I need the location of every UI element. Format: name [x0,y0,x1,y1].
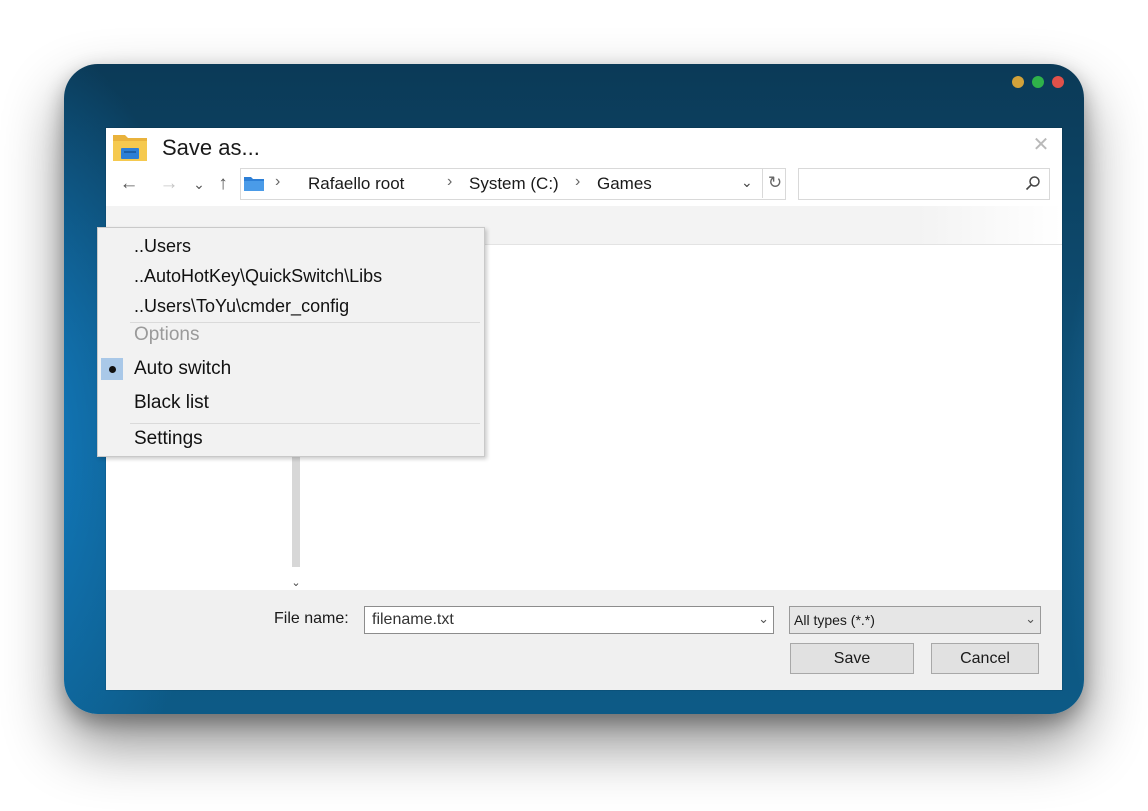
back-arrow-icon[interactable]: ← [118,172,140,196]
refresh-icon[interactable]: ↻ [762,168,787,198]
menu-separator [130,322,480,323]
menu-header-options: Options [134,324,200,345]
menu-item-auto-switch[interactable]: Auto switch [134,358,231,380]
scroll-down-chevron-icon[interactable]: ⌄ [289,576,303,590]
up-arrow-icon[interactable]: ↑ [212,172,234,196]
save-options-panel: File name: filename.txt ⌄ All types (*.*… [106,590,1062,690]
search-icon [1025,176,1040,191]
breadcrumb-separator: › [575,173,581,190]
menu-separator [130,423,480,424]
menu-item-recent-path[interactable]: ..Users [134,236,191,257]
breadcrumb-separator: › [447,173,453,190]
address-chevron-down-icon[interactable]: ⌄ [741,174,753,191]
save-button[interactable]: Save [790,643,914,674]
menu-item-black-list[interactable]: Black list [134,392,209,414]
search-input[interactable] [798,168,1050,200]
file-type-chevron-down-icon: ⌄ [1025,611,1036,626]
quickswitch-context-menu: ..Users ..AutoHotKey\QuickSwitch\Libs ..… [97,227,485,457]
menu-item-settings[interactable]: Settings [134,428,203,450]
file-name-field[interactable]: filename.txt ⌄ [364,606,774,634]
navigation-bar: ← → ⌄ ↑ › Rafaello root › System (C:) › … [106,168,1062,202]
file-name-chevron-down-icon[interactable]: ⌄ [758,611,769,627]
forward-arrow-icon[interactable]: → [158,172,180,196]
address-bar[interactable]: › Rafaello root › System (C:) › Games ⌄ [240,168,786,200]
file-name-value: filename.txt [372,611,454,628]
menu-item-recent-path[interactable]: ..Users\ToYu\cmder_config [134,296,349,317]
address-folder-icon [244,177,264,191]
breadcrumb-system-c[interactable]: System (C:) [469,174,559,194]
window-controls [1012,76,1064,88]
breadcrumb-rafaello-root[interactable]: Rafaello root [308,174,404,194]
menu-item-recent-path[interactable]: ..AutoHotKey\QuickSwitch\Libs [134,266,382,287]
dialog-title: Save as... [162,135,260,160]
maximize-button[interactable] [1032,76,1044,88]
minimize-button[interactable] [1012,76,1024,88]
file-name-label: File name: [274,610,349,627]
folder-icon [113,135,147,161]
recent-locations-chevron-down-icon[interactable]: ⌄ [188,172,210,196]
radio-dot-icon [109,366,116,373]
dialog-titlebar: Save as... ✕ [106,128,1062,166]
cancel-button[interactable]: Cancel [931,643,1039,674]
close-icon[interactable]: ✕ [1030,134,1052,156]
breadcrumb-separator: › [275,173,281,190]
file-type-select[interactable]: All types (*.*) ⌄ [789,606,1041,634]
breadcrumb-games[interactable]: Games [597,174,652,194]
close-window-button[interactable] [1052,76,1064,88]
file-type-value: All types (*.*) [794,612,875,628]
